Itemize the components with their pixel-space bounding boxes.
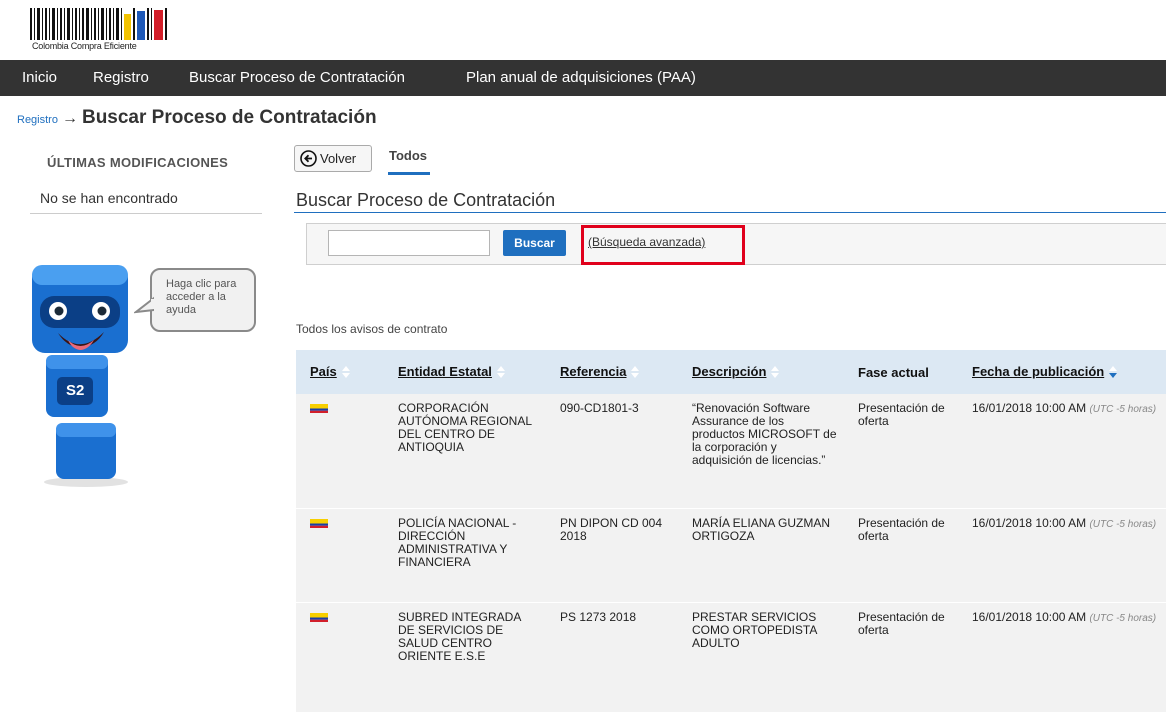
sidebar-empty-message: No se han encontrado bbox=[40, 190, 178, 206]
table-row[interactable]: SUBRED INTEGRADA DE SERVICIOS DE SALUD C… bbox=[296, 602, 1166, 713]
description-cell: MARÍA ELIANA GUZMAN ORTIGOZA bbox=[678, 508, 844, 603]
advanced-search-link[interactable]: (Búsqueda avanzada) bbox=[588, 235, 705, 249]
column-header-description-label: Descripción bbox=[692, 363, 767, 379]
reference-cell: 090-CD1801-3 bbox=[546, 394, 678, 509]
help-bubble-text[interactable]: Haga clic para acceder a la ayuda bbox=[166, 278, 256, 317]
column-header-reference-label: Referencia bbox=[560, 363, 627, 379]
column-header-phase-label: Fase actual bbox=[858, 364, 929, 380]
country-cell bbox=[296, 602, 384, 713]
column-header-country[interactable]: País bbox=[296, 350, 384, 394]
breadcrumb-arrow-icon: → bbox=[61, 110, 78, 127]
search-section-title: Buscar Proceso de Contratación bbox=[296, 190, 556, 210]
speech-bubble-tail-icon bbox=[134, 296, 154, 314]
search-button[interactable]: Buscar bbox=[503, 230, 566, 256]
column-header-entity-label: Entidad Estatal bbox=[398, 363, 492, 379]
date-cell: 16/01/2018 10:00 AM (UTC -5 horas) bbox=[958, 602, 1166, 713]
publication-date: 16/01/2018 10:00 AM bbox=[972, 515, 1087, 530]
phase-cell: Presentación de oferta bbox=[844, 508, 958, 603]
column-header-reference[interactable]: Referencia bbox=[546, 350, 678, 394]
nav-item-plan-anual[interactable]: Plan anual de adquisiciones (PAA) bbox=[466, 60, 696, 96]
timezone-note: (UTC -5 horas) bbox=[1089, 518, 1157, 530]
column-header-phase: Fase actual bbox=[844, 350, 958, 394]
column-header-entity[interactable]: Entidad Estatal bbox=[384, 350, 546, 394]
phase-cell: Presentación de oferta bbox=[844, 394, 958, 509]
timezone-note: (UTC -5 horas) bbox=[1089, 404, 1157, 415]
breadcrumb: Registro → Buscar Proceso de Contratación bbox=[17, 107, 377, 131]
column-header-country-label: País bbox=[310, 363, 337, 379]
main-navbar: Inicio Registro Buscar Proceso de Contra… bbox=[0, 60, 1166, 96]
entity-cell: SUBRED INTEGRADA DE SERVICIOS DE SALUD C… bbox=[384, 602, 546, 713]
colombia-flag-icon bbox=[310, 612, 328, 622]
description-cell: “Renovación Software Assurance de los pr… bbox=[678, 394, 844, 509]
table-caption: Todos los avisos de contrato bbox=[296, 322, 448, 336]
sort-arrows-icon bbox=[771, 366, 780, 379]
phase-cell: Presentación de oferta bbox=[844, 602, 958, 713]
logo-text: Colombia Compra Eficiente bbox=[32, 41, 137, 51]
date-cell: 16/01/2018 10:00 AM (UTC -5 horas) bbox=[958, 508, 1166, 603]
nav-item-registro[interactable]: Registro bbox=[93, 60, 149, 96]
colombia-flag-icon bbox=[310, 518, 328, 528]
sidebar-divider bbox=[30, 213, 262, 214]
breadcrumb-link-registro[interactable]: Registro bbox=[17, 114, 58, 126]
results-table: País Entidad Estatal Referencia Descripc… bbox=[296, 350, 1166, 713]
country-cell bbox=[296, 508, 384, 603]
active-tab-indicator bbox=[388, 172, 430, 175]
mascot-label: S2 bbox=[66, 382, 85, 399]
country-cell bbox=[296, 394, 384, 509]
back-arrow-icon bbox=[300, 150, 317, 167]
sort-arrows-icon bbox=[631, 366, 640, 379]
search-input[interactable] bbox=[328, 230, 490, 256]
reference-cell: PS 1273 2018 bbox=[546, 602, 678, 713]
description-cell: PRESTAR SERVICIOS COMO ORTOPEDISTA ADULT… bbox=[678, 602, 844, 713]
timezone-note: (UTC -5 horas) bbox=[1089, 612, 1157, 624]
sort-arrows-icon bbox=[341, 366, 350, 379]
reference-cell: PN DIPON CD 004 2018 bbox=[546, 508, 678, 603]
entity-cell: CORPORACIÓN AUTÓNOMA REGIONAL DEL CENTRO… bbox=[384, 394, 546, 509]
publication-date: 16/01/2018 10:00 AM bbox=[972, 401, 1087, 415]
table-row[interactable]: POLICÍA NACIONAL - DIRECCIÓN ADMINISTRAT… bbox=[296, 508, 1166, 603]
barcode-logo-icon bbox=[30, 8, 167, 40]
publication-date: 16/01/2018 10:00 AM bbox=[972, 609, 1087, 624]
date-cell: 16/01/2018 10:00 AM (UTC -5 horas) bbox=[958, 394, 1166, 509]
nav-item-buscar-proceso[interactable]: Buscar Proceso de Contratación bbox=[189, 60, 405, 96]
sort-arrows-icon bbox=[496, 366, 505, 379]
table-header-row: País Entidad Estatal Referencia Descripc… bbox=[296, 350, 1166, 394]
back-button[interactable]: Volver bbox=[294, 145, 372, 172]
column-header-description[interactable]: Descripción bbox=[678, 350, 844, 394]
sidebar-title: ÚLTIMAS MODIFICACIONES bbox=[47, 155, 229, 170]
tab-todos[interactable]: Todos bbox=[389, 148, 427, 163]
colombia-flag-icon bbox=[310, 404, 328, 413]
section-divider bbox=[294, 212, 1166, 213]
nav-item-inicio[interactable]: Inicio bbox=[22, 60, 57, 96]
page-title: Buscar Proceso de Contratación bbox=[81, 107, 377, 128]
back-button-label: Volver bbox=[320, 151, 357, 166]
column-header-date[interactable]: Fecha de publicación bbox=[958, 350, 1166, 394]
colombia-compra-logo[interactable]: Colombia Compra Eficiente bbox=[30, 8, 167, 53]
top-header: Colombia Compra Eficiente bbox=[0, 0, 1166, 60]
sort-desc-icon bbox=[1109, 366, 1118, 379]
table-row[interactable]: CORPORACIÓN AUTÓNOMA REGIONAL DEL CENTRO… bbox=[296, 394, 1166, 509]
entity-cell: POLICÍA NACIONAL - DIRECCIÓN ADMINISTRAT… bbox=[384, 508, 546, 603]
column-header-date-label: Fecha de publicación bbox=[972, 363, 1105, 379]
